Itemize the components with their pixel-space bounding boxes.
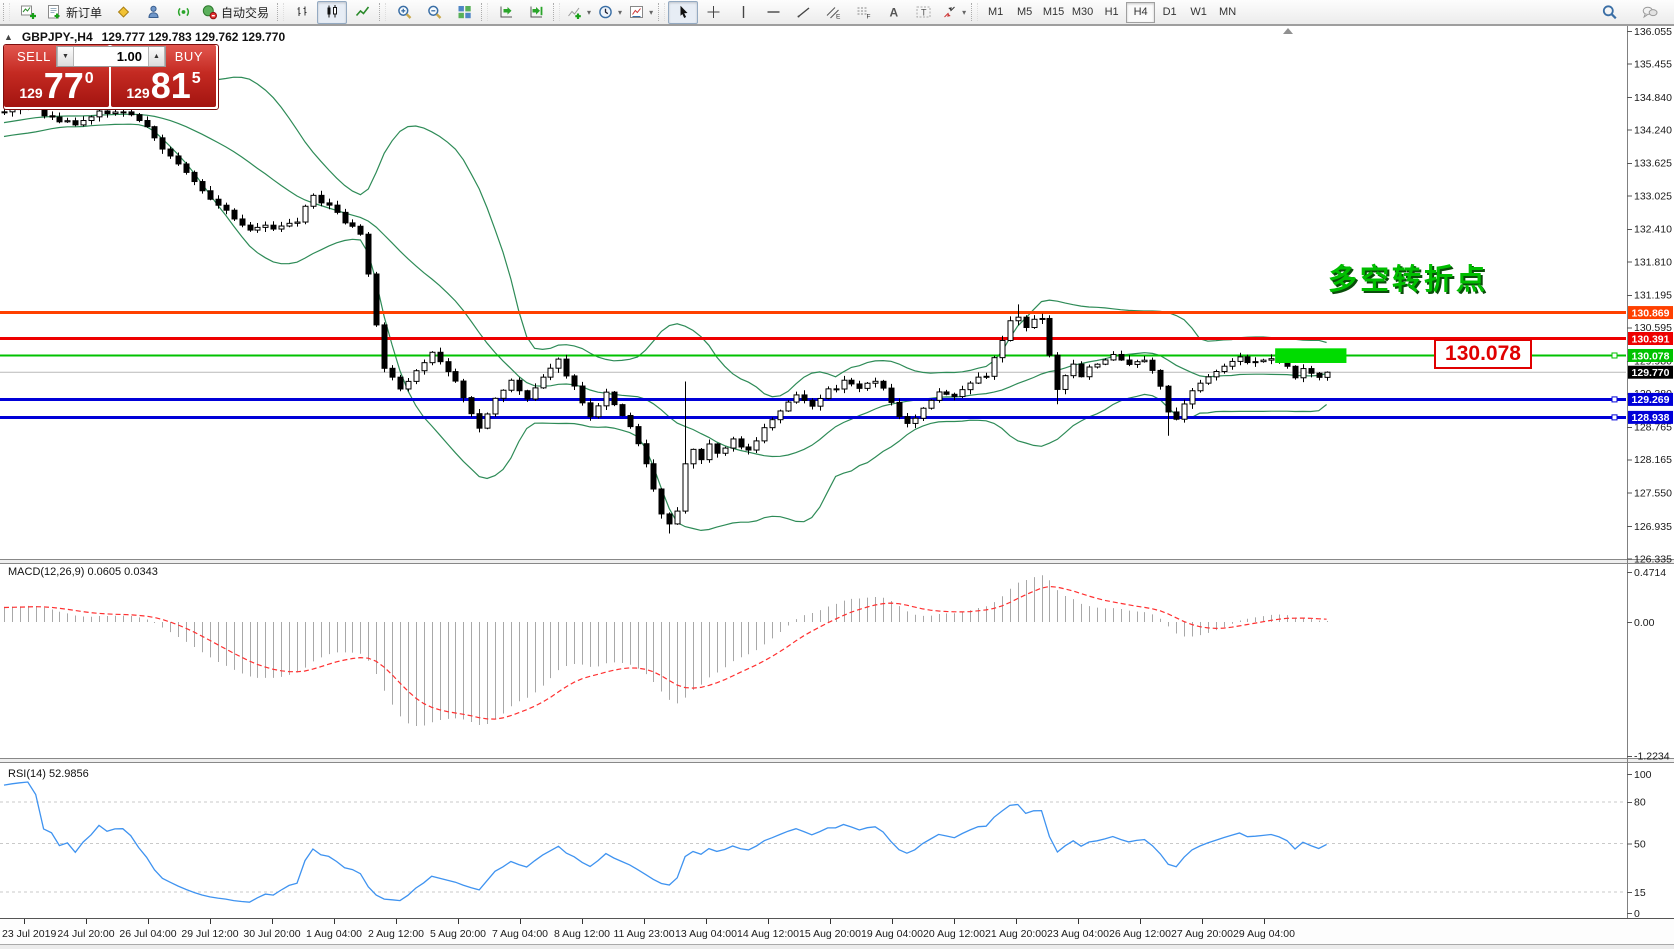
svg-text:129.770: 129.770 xyxy=(1632,367,1670,379)
price-tick-label: 131.810 xyxy=(1634,256,1672,268)
time-tick-label: 23 Jul 2019 xyxy=(2,928,56,940)
time-tick-label: 2 Aug 12:00 xyxy=(368,928,424,940)
current-price-label: 129.770 xyxy=(1628,366,1673,379)
buy-price: 129 81 5 xyxy=(111,68,216,104)
macd-min-label: -1.2234 xyxy=(1634,751,1670,763)
time-tick-label: 14 Aug 12:00 xyxy=(737,928,799,940)
sell-price: 129 77 0 xyxy=(4,68,109,104)
price-tick-label: 136.055 xyxy=(1634,26,1672,38)
time-tick-label: 8 Aug 12:00 xyxy=(554,928,610,940)
macd-indicator-label: MACD(12,26,9) 0.0605 0.0343 xyxy=(8,566,158,578)
ohlc-values: 129.777 129.783 129.762 129.770 xyxy=(102,30,286,44)
price-line-label: 130.078 xyxy=(1628,349,1673,362)
time-tick-label: 26 Jul 04:00 xyxy=(119,928,176,940)
line-anchor-handle[interactable] xyxy=(1612,353,1617,358)
price-tick-label: 135.455 xyxy=(1634,58,1672,70)
price-line-label: 128.938 xyxy=(1628,411,1673,424)
volume-input[interactable] xyxy=(74,47,148,66)
price-tick-label: 128.165 xyxy=(1634,454,1672,466)
sell-price-point: 0 xyxy=(85,71,94,87)
time-tick-label: 24 Jul 20:00 xyxy=(57,928,114,940)
price-tick-label: 133.625 xyxy=(1634,158,1672,170)
time-tick-label: 19 Aug 04:00 xyxy=(861,928,923,940)
price-tick-label: 132.410 xyxy=(1634,224,1672,236)
macd-zero-label: 0.00 xyxy=(1634,617,1655,629)
sell-price-pips: 77 xyxy=(44,68,84,104)
buy-button[interactable]: BUY xyxy=(175,49,203,64)
line-anchor-handle[interactable] xyxy=(1612,415,1617,420)
time-tick-label: 20 Aug 12:00 xyxy=(923,928,985,940)
svg-text:130.078: 130.078 xyxy=(1632,350,1670,362)
time-tick-label: 7 Aug 04:00 xyxy=(492,928,548,940)
time-tick-label: 23 Aug 04:00 xyxy=(1047,928,1109,940)
volume-stepper: ▼ ▲ xyxy=(56,46,166,67)
chart-annotation-text[interactable]: 多空转折点 xyxy=(1328,256,1488,298)
buy-price-base: 129 xyxy=(126,86,149,100)
svg-text:129.269: 129.269 xyxy=(1632,394,1670,406)
rsi-tick-label: 50 xyxy=(1634,838,1646,850)
supply-zone-rectangle[interactable] xyxy=(1275,348,1346,363)
rsi-tick-label: 80 xyxy=(1634,797,1646,809)
sell-button[interactable]: SELL xyxy=(17,49,51,64)
time-tick-label: 15 Aug 20:00 xyxy=(799,928,861,940)
chart-area[interactable]: 136.055 135.455 134.840 134.240 133.625 133.0… xyxy=(0,0,1674,949)
one-click-trading-panel: SELL 129 77 0 BUY 129 81 5 ▼ ▲ xyxy=(3,44,219,110)
mt4-window: 新订单自动交易▾▾▾EFAT▾M1M5M15M30H1H4D1W1MN 136.… xyxy=(0,0,1674,949)
price-tick-label: 127.550 xyxy=(1634,488,1672,500)
time-tick-label: 26 Aug 12:00 xyxy=(1109,928,1171,940)
sell-price-base: 129 xyxy=(19,86,42,100)
price-tick-label: 134.840 xyxy=(1634,92,1672,104)
rsi-indicator-label: RSI(14) 52.9856 xyxy=(8,768,89,780)
price-tick-label: 126.335 xyxy=(1634,553,1672,565)
time-tick-label: 30 Jul 20:00 xyxy=(243,928,300,940)
price-tick-label: 134.240 xyxy=(1634,124,1672,136)
price-level-callout[interactable]: 130.078 xyxy=(1434,339,1532,369)
time-tick-label: 13 Aug 04:00 xyxy=(675,928,737,940)
price-line-label: 129.269 xyxy=(1628,393,1673,406)
chart-header: ▲ GBPJPY-,H4 129.777 129.783 129.762 129… xyxy=(4,30,285,44)
rsi-tick-label: 0 xyxy=(1634,908,1640,920)
svg-text:130.391: 130.391 xyxy=(1632,333,1670,345)
buy-price-point: 5 xyxy=(192,71,201,87)
time-tick-label: 29 Jul 12:00 xyxy=(181,928,238,940)
price-line-label: 130.391 xyxy=(1628,332,1673,345)
volume-decrease-button[interactable]: ▼ xyxy=(57,47,74,66)
price-tick-label: 131.195 xyxy=(1634,290,1672,302)
price-line-label: 130.869 xyxy=(1628,306,1673,319)
time-tick-label: 21 Aug 20:00 xyxy=(985,928,1047,940)
buy-price-pips: 81 xyxy=(151,68,191,104)
svg-text:128.938: 128.938 xyxy=(1632,412,1670,424)
line-anchor-handle[interactable] xyxy=(1612,397,1617,402)
rsi-tick-label: 100 xyxy=(1634,769,1652,781)
time-tick-label: 27 Aug 20:00 xyxy=(1171,928,1233,940)
time-tick-label: 11 Aug 23:00 xyxy=(613,928,674,940)
volume-increase-button[interactable]: ▲ xyxy=(148,47,165,66)
time-tick-label: 29 Aug 04:00 xyxy=(1233,928,1295,940)
svg-text:130.869: 130.869 xyxy=(1632,307,1670,319)
price-tick-label: 126.935 xyxy=(1634,521,1672,533)
rsi-tick-label: 15 xyxy=(1634,887,1646,899)
time-tick-label: 1 Aug 04:00 xyxy=(306,928,362,940)
collapse-panel-icon[interactable]: ▲ xyxy=(4,32,13,42)
symbol-period-label: GBPJPY-,H4 xyxy=(22,30,93,44)
time-tick-label: 5 Aug 20:00 xyxy=(430,928,486,940)
price-tick-label: 133.025 xyxy=(1634,190,1672,202)
macd-max-label: 0.4714 xyxy=(1634,567,1666,579)
